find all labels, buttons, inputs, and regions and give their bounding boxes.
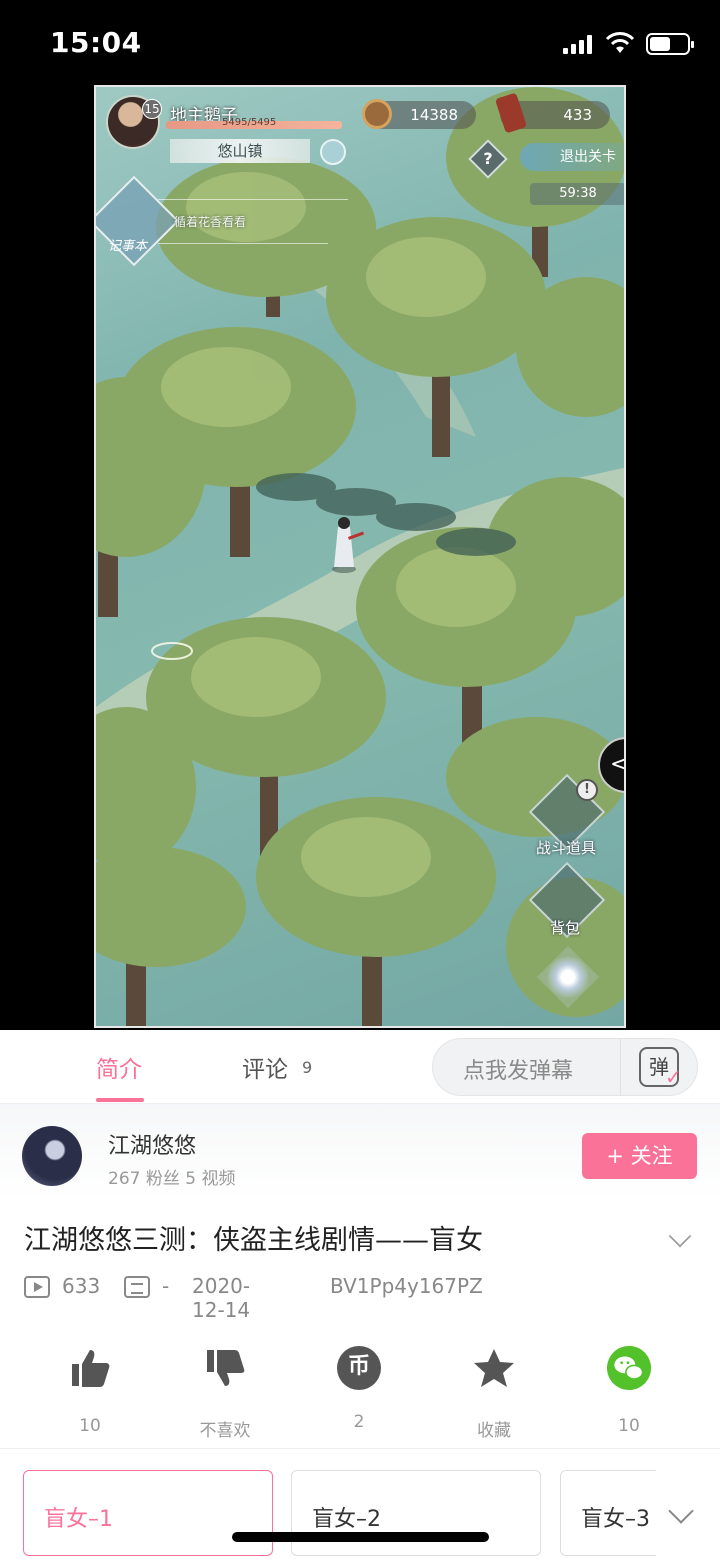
publish-date: 2020-12-14	[192, 1274, 251, 1322]
combat-items-label: 战斗道具	[536, 839, 597, 857]
play-count-icon	[24, 1276, 50, 1298]
episode-item[interactable]: 盲女–2	[291, 1470, 541, 1556]
episode-list: 盲女–1 盲女–2 盲女–3	[0, 1470, 720, 1559]
danmaku-input[interactable]: 点我发弹幕 弹 ✓	[432, 1038, 698, 1096]
like-count: 10	[79, 1416, 101, 1436]
tab-comments[interactable]: 评论	[242, 1050, 288, 1084]
view-count: 633	[62, 1274, 101, 1298]
episode-item[interactable]: 盲女–3	[560, 1470, 656, 1556]
share-button[interactable]: 10	[579, 1346, 679, 1436]
checkmark-icon: ✓	[665, 1065, 682, 1089]
wifi-icon	[605, 32, 635, 53]
danmaku-count-icon	[124, 1276, 150, 1298]
like-button[interactable]: 10	[40, 1346, 140, 1436]
thumbs-down-icon	[207, 1350, 245, 1386]
battery-icon	[646, 33, 694, 55]
status-time: 15:04	[50, 26, 142, 59]
quest-text[interactable]: 循着花香看看	[174, 213, 246, 230]
wechat-icon	[607, 1346, 651, 1390]
follow-button[interactable]: + 关注	[582, 1133, 697, 1179]
video-title: 江湖悠悠三测：侠盗主线剧情——盲女	[24, 1225, 483, 1256]
quest-divider	[158, 243, 328, 244]
help-icon: ?	[483, 149, 493, 168]
battery-level	[650, 37, 670, 51]
quest-divider	[158, 199, 348, 200]
player-hp-text: 5495/5495	[222, 117, 277, 128]
tab-bar: 简介 评论 9 点我发弹幕 弹 ✓	[0, 1030, 720, 1104]
chevron-down-icon[interactable]	[668, 1498, 694, 1524]
location-name: 悠山镇	[170, 139, 310, 163]
eye-icon[interactable]	[320, 139, 346, 165]
danmaku-divider	[620, 1039, 621, 1095]
dislike-button[interactable]: 不喜欢	[175, 1346, 275, 1441]
alert-badge: !	[576, 779, 598, 801]
home-indicator[interactable]	[232, 1532, 489, 1542]
status-bar: 15:04	[0, 0, 720, 84]
danmaku-placeholder: 点我发弹幕	[463, 1059, 574, 1084]
video-player[interactable]: 15:04 15 地主鹅子 5495/5495 悠山镇 14388 433 ? …	[0, 0, 720, 1030]
share-count: 10	[618, 1416, 640, 1436]
section-divider	[0, 1448, 720, 1449]
comments-count: 9	[302, 1058, 313, 1077]
episode-item[interactable]: 盲女–1	[23, 1470, 273, 1556]
favorite-label: 收藏	[477, 1421, 511, 1441]
coin-icon: 币	[337, 1346, 381, 1390]
uploader-stats: 267 粉丝 5 视频	[108, 1169, 236, 1189]
uploader-avatar[interactable]	[22, 1126, 82, 1186]
exit-level-button[interactable]: 退出关卡	[520, 143, 624, 171]
thumbs-up-icon	[72, 1350, 110, 1387]
coin-button[interactable]: 币 2	[309, 1346, 409, 1432]
dislike-label: 不喜欢	[199, 1421, 251, 1441]
player-level-badge: 15	[142, 99, 162, 119]
danmaku-count: -	[162, 1274, 170, 1298]
star-icon	[474, 1349, 514, 1387]
tab-intro[interactable]: 简介	[96, 1050, 142, 1084]
tab-active-indicator	[96, 1098, 144, 1102]
coin-icon	[362, 99, 392, 129]
coin-count: 2	[353, 1412, 365, 1432]
bvid: BV1Pp4y167PZ	[330, 1274, 483, 1298]
level-timer: 59:38	[530, 183, 624, 205]
game-screen[interactable]: 15 地主鹅子 5495/5495 悠山镇 14388 433 ? 退出关卡 5…	[94, 85, 626, 1028]
chevron-down-icon[interactable]	[668, 1224, 692, 1248]
uploader-name[interactable]: 江湖悠悠	[108, 1128, 196, 1160]
favorite-button[interactable]: 收藏	[444, 1346, 544, 1441]
video-info-panel: 简介 评论 9 点我发弹幕 弹 ✓ 江湖悠悠 267 粉丝 5 视频 + 关注 …	[0, 1030, 720, 1559]
bag-label: 背包	[550, 919, 581, 937]
journal-label: 记事本	[108, 239, 148, 254]
signal-icon	[563, 34, 593, 54]
action-bar: 10 不喜欢 币 2 收藏 10	[0, 1346, 720, 1446]
